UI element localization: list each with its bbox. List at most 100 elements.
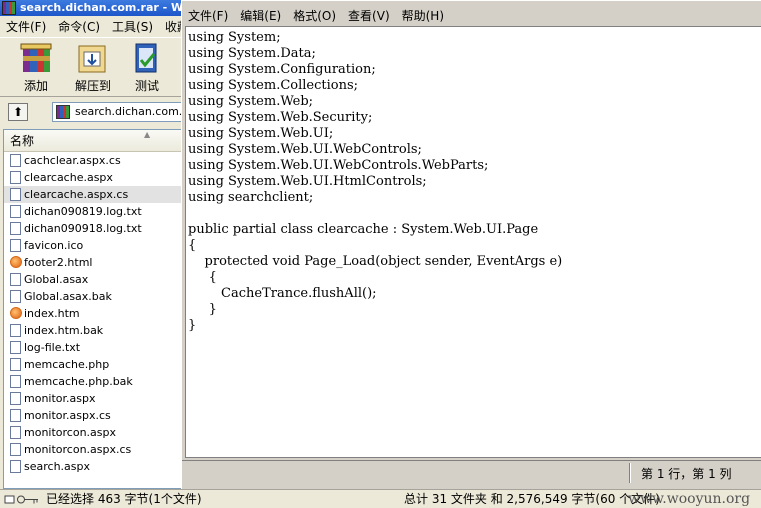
file-icon	[10, 358, 21, 371]
menu-tools[interactable]: 工具(S)	[106, 17, 159, 37]
file-row[interactable]: monitorcon.aspx	[4, 424, 184, 441]
name-column-label: 名称	[10, 134, 35, 148]
file-name: index.htm.bak	[24, 324, 104, 337]
archive-icon	[56, 105, 70, 119]
file-name: Global.asax.bak	[24, 290, 112, 303]
file-icon	[10, 205, 21, 218]
file-name: monitor.aspx.cs	[24, 409, 111, 422]
file-icon	[10, 375, 21, 388]
file-name: index.htm	[24, 307, 80, 320]
file-row[interactable]: dichan090918.log.txt	[4, 220, 184, 237]
file-row[interactable]: cachclear.aspx.cs	[4, 152, 184, 169]
file-row[interactable]: index.htm	[4, 305, 184, 322]
file-row[interactable]: favicon.ico	[4, 237, 184, 254]
extract-to-icon	[78, 45, 106, 73]
test-button[interactable]: 测试	[121, 40, 173, 96]
key-icon	[4, 495, 38, 504]
web-icon	[10, 307, 22, 319]
menu-commands[interactable]: 命令(C)	[52, 17, 106, 37]
sort-arrow-icon: ▲	[144, 130, 151, 139]
file-row[interactable]: Global.asax.bak	[4, 288, 184, 305]
file-icon	[10, 222, 21, 235]
file-icon	[10, 409, 21, 422]
file-name: monitor.aspx	[24, 392, 96, 405]
file-name: clearcache.aspx	[24, 171, 113, 184]
menu-file[interactable]: 文件(F)	[0, 17, 52, 37]
file-icon	[10, 341, 21, 354]
watermark: www.wooyun.org	[628, 491, 751, 507]
file-name: dichan090819.log.txt	[24, 205, 142, 218]
total-status: 总计 31 文件夹 和 2,576,549 字节(60 个文件)	[404, 492, 660, 506]
file-name: log-file.txt	[24, 341, 81, 354]
extract-to-button[interactable]: 解压到	[67, 40, 119, 96]
add-button[interactable]: 添加	[10, 40, 62, 96]
file-row[interactable]: monitor.aspx	[4, 390, 184, 407]
address-field[interactable]: search.dichan.com.ra	[52, 102, 200, 122]
file-name: dichan090918.log.txt	[24, 222, 142, 235]
notepad-menu-format[interactable]: 格式(O)	[287, 6, 342, 26]
up-arrow-icon: ⬆	[12, 105, 24, 119]
web-icon	[10, 256, 22, 268]
test-icon	[135, 43, 157, 73]
file-icon	[10, 290, 21, 303]
status-separator	[629, 463, 631, 483]
file-name: cachclear.aspx.cs	[24, 154, 121, 167]
extract-to-button-label: 解压到	[74, 79, 111, 93]
file-name: monitorcon.aspx	[24, 426, 117, 439]
file-name: monitorcon.aspx.cs	[24, 443, 132, 456]
notepad-menu-view[interactable]: 查看(V)	[342, 6, 396, 26]
file-row[interactable]: footer2.html	[4, 254, 184, 271]
file-row[interactable]: search.aspx	[4, 458, 184, 475]
file-row[interactable]: memcache.php.bak	[4, 373, 184, 390]
add-button-label: 添加	[23, 79, 48, 93]
file-name: footer2.html	[24, 256, 93, 269]
test-button-label: 测试	[134, 79, 159, 93]
winrar-app-icon	[2, 1, 16, 15]
file-name: memcache.php.bak	[24, 375, 133, 388]
file-icon	[10, 273, 21, 286]
add-archive-icon	[20, 43, 52, 72]
file-icon	[10, 188, 21, 201]
file-icon	[10, 239, 21, 252]
cursor-position: 第 1 行，第 1 列	[641, 467, 732, 481]
file-icon	[10, 171, 21, 184]
file-icon	[10, 154, 21, 167]
file-row[interactable]: memcache.php	[4, 356, 184, 373]
winrar-menu-bar: 文件(F) 命令(C) 工具(S) 收藏	[0, 17, 200, 37]
file-row[interactable]: Global.asax	[4, 271, 184, 288]
file-list[interactable]: 名称 ▲ cachclear.aspx.cs clearcache.aspx cle…	[3, 129, 185, 489]
notepad-menu-edit[interactable]: 编辑(E)	[234, 6, 287, 26]
notepad-menu-file[interactable]: 文件(F)	[182, 6, 234, 26]
file-icon	[10, 392, 21, 405]
address-bar: ⬆ search.dichan.com.ra	[0, 99, 200, 125]
file-row[interactable]: monitorcon.aspx.cs	[4, 441, 184, 458]
notepad-menu-help[interactable]: 帮助(H)	[396, 6, 450, 26]
text-editor[interactable]: using System; using System.Data; using S…	[185, 26, 761, 458]
name-column-header[interactable]: 名称 ▲	[4, 130, 184, 152]
file-icon	[10, 324, 21, 337]
file-row[interactable]: index.htm.bak	[4, 322, 184, 339]
editor-content: using System; using System.Data; using S…	[188, 30, 563, 333]
file-name: clearcache.aspx.cs	[24, 188, 129, 201]
file-row[interactable]: dichan090819.log.txt	[4, 203, 184, 220]
address-text: search.dichan.com.ra	[75, 105, 194, 118]
file-row[interactable]: monitor.aspx.cs	[4, 407, 184, 424]
file-icon	[10, 443, 21, 456]
file-name: Global.asax	[24, 273, 89, 286]
notepad-window: 文件(F) 编辑(E) 格式(O) 查看(V) 帮助(H) using System; …	[181, 0, 761, 489]
winrar-title: search.dichan.com.rar - Win	[20, 1, 195, 14]
notepad-menu-bar: 文件(F) 编辑(E) 格式(O) 查看(V) 帮助(H)	[182, 6, 450, 26]
file-name: search.aspx	[24, 460, 90, 473]
selection-status: 已经选择 463 字节(1个文件)	[46, 492, 202, 506]
file-row[interactable]: log-file.txt	[4, 339, 184, 356]
file-name: favicon.ico	[24, 239, 84, 252]
winrar-status-bar: 已经选择 463 字节(1个文件) 总计 31 文件夹 和 2,576,549 …	[0, 489, 761, 508]
notepad-status-bar: 第 1 行，第 1 列	[182, 460, 761, 484]
file-icon	[10, 460, 21, 473]
file-name: memcache.php	[24, 358, 110, 371]
file-row[interactable]: clearcache.aspx.cs	[4, 186, 184, 203]
up-folder-button[interactable]: ⬆	[8, 103, 28, 121]
winrar-toolbar: 添加 解压到 测试	[0, 37, 200, 97]
file-row[interactable]: clearcache.aspx	[4, 169, 184, 186]
file-icon	[10, 426, 21, 439]
